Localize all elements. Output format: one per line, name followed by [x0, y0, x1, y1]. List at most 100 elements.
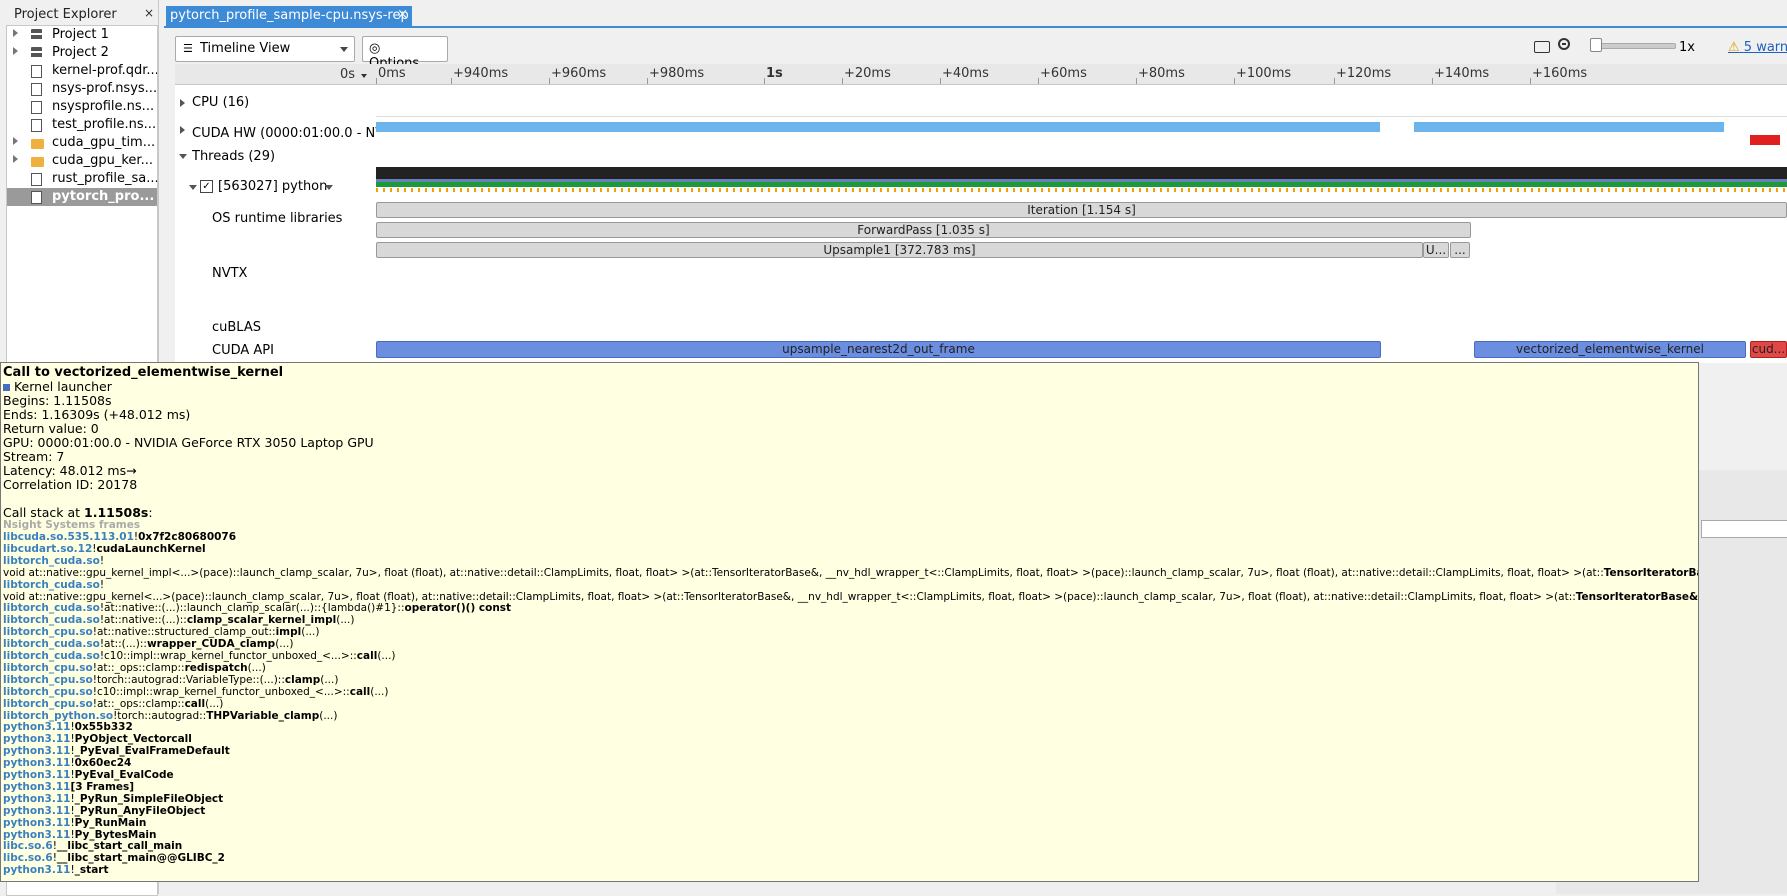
ruler-zero-label[interactable]: 0s — [340, 67, 355, 82]
folder-icon — [31, 157, 44, 167]
collapse-arrow-icon[interactable] — [179, 154, 187, 159]
callstack-frame: libtorch_cuda.so!at::native::(...)::clam… — [3, 614, 354, 626]
options-button[interactable]: ◎ Options... — [362, 36, 448, 71]
cuda-hw-bar[interactable] — [1414, 122, 1724, 132]
frame-library: libtorch_cuda.so — [3, 614, 100, 627]
zoom-slider-handle[interactable] — [1590, 38, 1602, 52]
frame-library: libtorch_cpu.so — [3, 697, 93, 710]
frame-prefix: !torch::autograd::VariableType::(...):: — [92, 673, 285, 686]
project-tree-item-label: cuda_gpu_tim... — [52, 135, 156, 150]
ruler-tick-mark — [1530, 78, 1531, 84]
cuda-hw-bar[interactable] — [1750, 135, 1780, 145]
row-python-thread[interactable]: [563027] python — [218, 179, 327, 194]
chevron-down-icon[interactable] — [361, 74, 367, 78]
nvtx-iteration[interactable]: Iteration [1.154 s] — [376, 202, 1787, 218]
thread-checkbox[interactable]: ✓ — [200, 180, 213, 193]
frame-function: 0x7f2c80680076 — [138, 531, 237, 543]
ruler-tick-label: +940ms — [453, 66, 509, 81]
view-select[interactable]: ☰ Timeline View — [175, 36, 355, 62]
project-tree-item-label: cuda_gpu_ker... — [52, 153, 153, 168]
project-tree-item[interactable]: kernel-prof.qdr... — [7, 62, 157, 80]
ruler-tick-label: +120ms — [1336, 66, 1392, 81]
expand-arrow-icon[interactable] — [13, 155, 18, 163]
file-icon — [31, 119, 42, 132]
nvtx-short-range[interactable]: ... — [1450, 242, 1470, 258]
expand-arrow-icon[interactable] — [13, 137, 18, 145]
row-cuda-hw[interactable]: CUDA HW (0000:01:00.0 - NVI — [192, 126, 388, 141]
tooltip-kind-label: Kernel launcher — [13, 379, 112, 394]
chevron-down-icon[interactable] — [325, 185, 333, 190]
nvtx-forward-pass[interactable]: ForwardPass [1.035 s] — [376, 222, 1471, 238]
callstack-frame: python3.11!0x55b332 — [3, 721, 133, 733]
callstack-frame: libc.so.6!__libc_start_main@@GLIBC_2 — [3, 852, 225, 864]
row-nvtx[interactable]: NVTX — [212, 266, 247, 281]
callstack-frame: libcuda.so.535.113.01!0x7f2c80680076 — [3, 531, 236, 543]
frame-library: libtorch_cuda.so — [3, 602, 100, 615]
keyboard-icon[interactable] — [1534, 41, 1550, 53]
cuda-hw-bar[interactable] — [376, 122, 1380, 132]
project-tree-item[interactable]: nsysprofile.ns... — [7, 98, 157, 116]
row-threads[interactable]: Threads (29) — [192, 149, 275, 164]
frame-library: python3.11 — [3, 780, 71, 793]
ruler-tick-mark — [376, 78, 377, 84]
callstack-frame: libc.so.6!__libc_start_call_main — [3, 840, 182, 852]
tooltip-latency: Latency: 48.012 ms→ — [3, 463, 137, 478]
zoom-slider-track[interactable] — [1590, 43, 1676, 49]
server-icon — [31, 47, 42, 59]
frame-suffix: (...) — [205, 697, 224, 710]
expand-arrow-icon[interactable] — [180, 99, 185, 107]
row-cuda-api[interactable]: CUDA API — [212, 343, 274, 358]
ruler-tick-mark — [549, 78, 550, 84]
tab-report[interactable]: pytorch_profile_sample-cpu.nsys-rep × — [166, 6, 412, 26]
frame-function: Py_BytesMain — [74, 828, 157, 841]
cuda-api-small-bar[interactable]: cud... — [1750, 341, 1787, 358]
project-tree-item[interactable]: rust_profile_sa... — [7, 170, 157, 188]
project-tree-item[interactable]: Project 2 — [7, 44, 157, 62]
time-ruler: 0ms +940ms +960ms +980ms 1s +20ms +40ms +60ms +8… — [376, 64, 1787, 85]
zoom-out-icon[interactable] — [1558, 38, 1570, 50]
cuda-api-vectorized-bar[interactable]: vectorized_elementwise_kernel — [1474, 341, 1746, 358]
close-icon[interactable]: × — [144, 6, 154, 20]
frame-library: python3.11 — [3, 745, 71, 758]
expand-arrow-icon[interactable] — [13, 47, 18, 55]
nvtx-short-range[interactable]: U... — [1423, 242, 1449, 258]
tooltip-begins: Begins: 1.11508s — [3, 393, 112, 408]
callstack-frame: libtorch_cpu.so!torch::autograd::Variabl… — [3, 674, 338, 686]
collapse-arrow-icon[interactable] — [189, 185, 197, 190]
project-tree-item[interactable]: test_profile.ns... — [7, 116, 157, 134]
row-labels: CPU (16) CUDA HW (0000:01:00.0 - NVI Thr… — [175, 85, 388, 363]
row-osrt[interactable]: OS runtime libraries — [212, 211, 342, 226]
nvtx-upsample[interactable]: Upsample1 [372.783 ms] — [376, 242, 1423, 258]
server-icon — [31, 29, 42, 41]
timeline-tracks[interactable]: Iteration [1.154 s] ForwardPass [1.035 s… — [376, 85, 1787, 363]
close-icon[interactable]: × — [397, 7, 408, 22]
callstack-frame: python3.11!_PyRun_SimpleFileObject — [3, 793, 223, 805]
project-tree-item-label: Project 2 — [52, 45, 109, 60]
frame-function: operator()() const — [404, 602, 512, 615]
filter-input[interactable] — [1701, 520, 1787, 538]
expand-arrow-icon[interactable] — [13, 29, 18, 37]
frame-function: call — [356, 650, 378, 662]
file-icon — [31, 173, 42, 186]
project-tree-item[interactable]: nsys-prof.nsys... — [7, 80, 157, 98]
frame-function: _PyRun_AnyFileObject — [74, 804, 206, 817]
row-cpu[interactable]: CPU (16) — [192, 95, 249, 110]
project-tree-item[interactable]: cuda_gpu_ker... — [7, 152, 157, 170]
ruler-tick-mark — [1334, 78, 1335, 84]
frame-function: __libc_start_call_main — [56, 840, 183, 853]
thread-activity[interactable] — [376, 167, 1787, 179]
ruler-tick-mark — [451, 78, 452, 84]
frame-prefix: ! — [99, 554, 105, 567]
square-icon — [3, 384, 10, 391]
project-tree-item[interactable]: Project 1 — [7, 26, 157, 44]
row-cublas[interactable]: cuBLAS — [212, 320, 261, 335]
ruler-tick-mark — [1234, 78, 1235, 84]
project-tree-item[interactable]: cuda_gpu_tim... — [7, 134, 157, 152]
expand-arrow-icon[interactable] — [180, 126, 185, 134]
frame-prefix: !at::native::structured_clamp_out:: — [92, 626, 276, 639]
tooltip-callstack-heading: Call stack at 1.11508s: — [3, 505, 153, 520]
cuda-api-upsample-bar[interactable]: upsample_nearest2d_out_frame — [376, 341, 1381, 358]
project-tree-item[interactable]: pytorch_pro... — [7, 188, 157, 206]
ruler-tick-label: +140ms — [1434, 66, 1490, 81]
warnings-link[interactable]: ⚠ 5 warn — [1728, 40, 1787, 55]
